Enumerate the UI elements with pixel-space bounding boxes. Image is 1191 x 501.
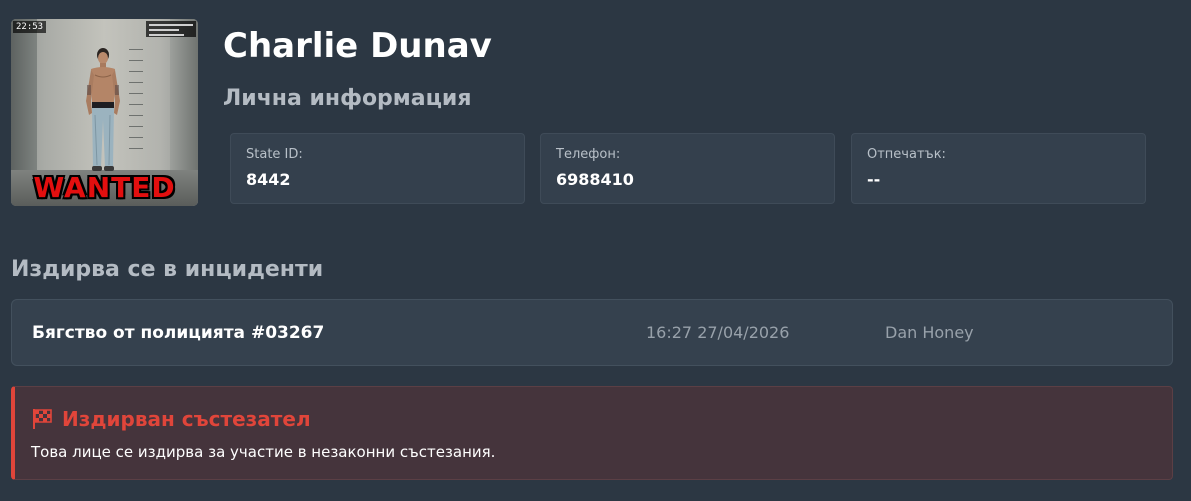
personal-info-heading: Лична информация [223, 86, 472, 111]
state-id-card: State ID: 8442 [230, 133, 525, 204]
state-id-label: State ID: [246, 147, 303, 162]
phone-label: Телефон: [556, 147, 621, 162]
phone-value: 6988410 [556, 170, 634, 189]
state-id-value: 8442 [246, 170, 291, 189]
incidents-heading: Издирва се в инциденти [11, 257, 324, 282]
alert-description: Това лице се издирва за участие в незако… [31, 443, 496, 461]
alert-title: Издирван състезател [62, 407, 311, 431]
phone-card: Телефон: 6988410 [540, 133, 835, 204]
incident-officer: Dan Honey [885, 323, 974, 342]
alert-header: Издирван състезател [31, 407, 311, 431]
mugshot-image: 22:53 WANTED [11, 19, 198, 206]
person-name: Charlie Dunav [223, 26, 492, 66]
incident-time: 16:27 27/04/2026 [646, 323, 790, 342]
incident-row[interactable]: Бягство от полицията #03267 16:27 27/04/… [11, 299, 1173, 366]
wanted-racer-alert: Издирван състезател Това лице се издирва… [11, 386, 1173, 480]
fingerprint-value: -- [867, 170, 881, 189]
incident-title: Бягство от полицията #03267 [32, 323, 325, 343]
fingerprint-label: Отпечатък: [867, 147, 946, 162]
mugshot-timestamp: 22:53 [13, 21, 47, 33]
wanted-stamp: WANTED [33, 171, 176, 204]
mugshot-location-stamp [146, 21, 196, 37]
profile-page: 22:53 WANTED Charlie Dunav Лична информа… [0, 0, 1191, 501]
fingerprint-card: Отпечатък: -- [851, 133, 1146, 204]
checkered-flag-icon [33, 409, 52, 429]
suspect-figure [86, 48, 120, 171]
